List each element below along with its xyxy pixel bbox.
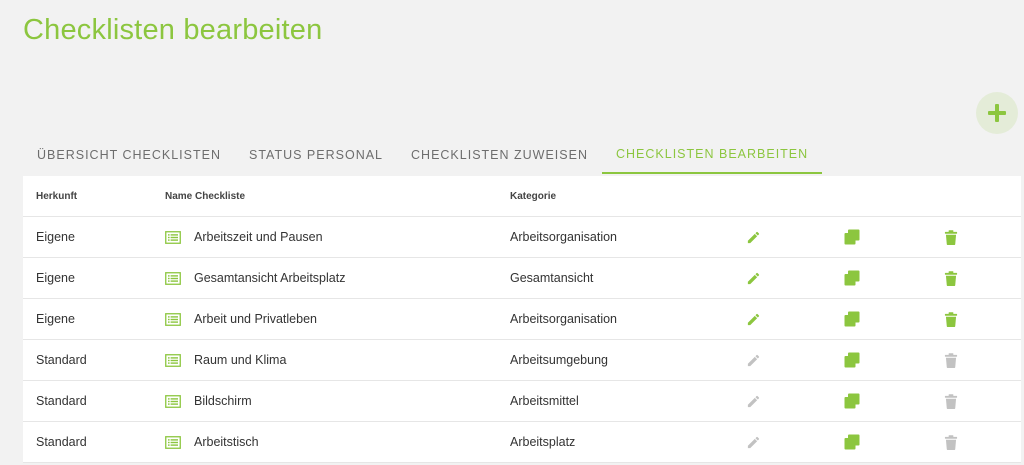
name-cell: Raum und Klima <box>165 340 286 380</box>
kategorie-cell: Arbeitsorganisation <box>510 312 618 326</box>
tab-bar: ÜBERSICHT CHECKLISTEN STATUS PERSONAL CH… <box>23 136 823 174</box>
checklist-icon <box>165 435 181 449</box>
edit-button[interactable] <box>743 258 763 298</box>
copy-button[interactable] <box>842 381 862 421</box>
herkunft-cell: Eigene <box>36 271 75 285</box>
trash-icon <box>944 311 958 327</box>
pencil-icon <box>746 353 761 368</box>
plus-icon <box>987 103 1007 123</box>
herkunft-cell: Eigene <box>36 312 75 326</box>
copy-button[interactable] <box>842 217 862 257</box>
copy-button[interactable] <box>842 340 862 380</box>
herkunft-cell: Standard <box>36 394 87 408</box>
checklist-icon <box>165 271 181 285</box>
table-header: Herkunft Name Checkliste Kategorie <box>23 176 1021 217</box>
copy-icon <box>844 393 860 409</box>
herkunft-cell: Standard <box>36 353 87 367</box>
herkunft-cell: Standard <box>36 435 87 449</box>
delete-button[interactable] <box>941 217 961 257</box>
copy-icon <box>844 352 860 368</box>
column-header-herkunft[interactable]: Herkunft <box>36 176 77 216</box>
delete-button <box>941 381 961 421</box>
name-cell: Arbeit und Privatleben <box>165 299 317 339</box>
pencil-icon <box>746 394 761 409</box>
checklist-name[interactable]: Raum und Klima <box>194 353 286 367</box>
checklist-icon <box>165 312 181 326</box>
edit-button <box>743 422 763 462</box>
herkunft-cell: Eigene <box>36 230 75 244</box>
checklist-icon <box>165 394 181 408</box>
table-row[interactable]: Standard Bildschirm Arbeitsmittel <box>23 381 1021 422</box>
copy-button[interactable] <box>842 258 862 298</box>
name-cell: Gesamtansicht Arbeitsplatz <box>165 258 345 298</box>
edit-button <box>743 340 763 380</box>
copy-icon <box>844 434 860 450</box>
delete-button[interactable] <box>941 299 961 339</box>
checklist-table: Herkunft Name Checkliste Kategorie Eigen… <box>23 176 1021 463</box>
name-cell: Bildschirm <box>165 381 252 421</box>
tab-status-personal[interactable]: STATUS PERSONAL <box>235 136 397 174</box>
table-body: Eigene Arbeitszeit und Pausen Arbeitsorg… <box>23 217 1021 463</box>
copy-icon <box>844 229 860 245</box>
table-row[interactable]: Eigene Arbeit und Privatleben Arbeitsorg… <box>23 299 1021 340</box>
checklist-name[interactable]: Arbeitszeit und Pausen <box>194 230 323 244</box>
add-checklist-button[interactable] <box>976 92 1018 134</box>
pencil-icon <box>746 271 761 286</box>
edit-button[interactable] <box>743 299 763 339</box>
pencil-icon <box>746 230 761 245</box>
pencil-icon <box>746 435 761 450</box>
trash-icon <box>944 270 958 286</box>
name-cell: Arbeitstisch <box>165 422 259 462</box>
checklist-name[interactable]: Arbeit und Privatleben <box>194 312 317 326</box>
tab-checklisten-bearbeiten[interactable]: CHECKLISTEN BEARBEITEN <box>601 136 823 174</box>
table-row[interactable]: Eigene Gesamtansicht Arbeitsplatz Gesamt… <box>23 258 1021 299</box>
kategorie-cell: Arbeitsmittel <box>510 394 579 408</box>
edit-button[interactable] <box>743 217 763 257</box>
trash-icon <box>944 434 958 450</box>
kategorie-cell: Arbeitsplatz <box>510 435 576 449</box>
trash-icon <box>944 229 958 245</box>
checklist-icon <box>165 230 181 244</box>
kategorie-cell: Arbeitsorganisation <box>510 230 618 244</box>
table-row[interactable]: Standard Arbeitstisch Arbeitsplatz <box>23 422 1021 463</box>
checklist-name[interactable]: Arbeitstisch <box>194 435 259 449</box>
column-header-name[interactable]: Name Checkliste <box>165 176 245 216</box>
table-row[interactable]: Standard Raum und Klima Arbeitsumgebung <box>23 340 1021 381</box>
page-title: Checklisten bearbeiten <box>23 14 323 46</box>
column-header-kategorie[interactable]: Kategorie <box>510 176 556 216</box>
table-row[interactable]: Eigene Arbeitszeit und Pausen Arbeitsorg… <box>23 217 1021 258</box>
trash-icon <box>944 393 958 409</box>
delete-button <box>941 340 961 380</box>
copy-button[interactable] <box>842 422 862 462</box>
checklist-name[interactable]: Gesamtansicht Arbeitsplatz <box>194 271 345 285</box>
kategorie-cell: Gesamtansicht <box>510 271 594 285</box>
copy-button[interactable] <box>842 299 862 339</box>
checklist-name[interactable]: Bildschirm <box>194 394 252 408</box>
kategorie-cell: Arbeitsumgebung <box>510 353 608 367</box>
trash-icon <box>944 352 958 368</box>
delete-button[interactable] <box>941 258 961 298</box>
tab-checklisten-zuweisen[interactable]: CHECKLISTEN ZUWEISEN <box>397 136 602 174</box>
pencil-icon <box>746 312 761 327</box>
checklist-icon <box>165 353 181 367</box>
delete-button <box>941 422 961 462</box>
tab-uebersicht-checklisten[interactable]: ÜBERSICHT CHECKLISTEN <box>23 136 235 174</box>
edit-button <box>743 381 763 421</box>
copy-icon <box>844 270 860 286</box>
copy-icon <box>844 311 860 327</box>
name-cell: Arbeitszeit und Pausen <box>165 217 323 257</box>
